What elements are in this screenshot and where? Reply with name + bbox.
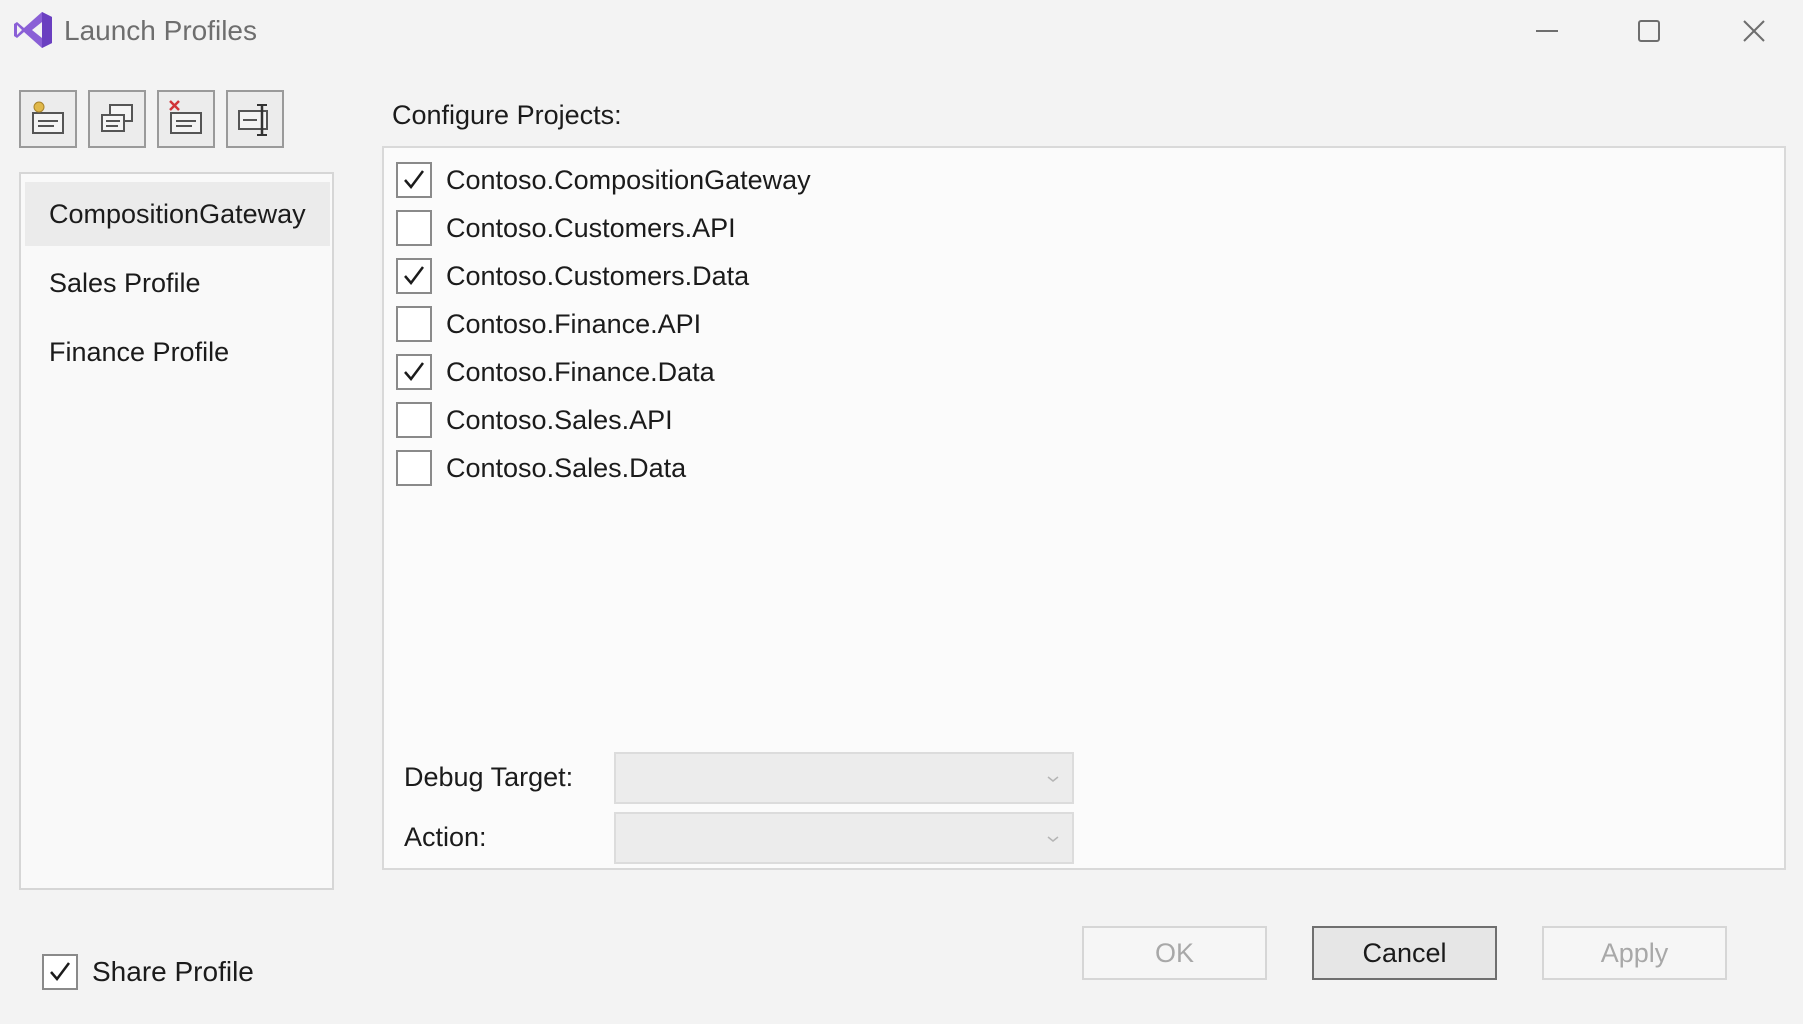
add-profile-button[interactable]	[19, 90, 77, 148]
cancel-button[interactable]: Cancel	[1312, 926, 1497, 980]
chevron-down-icon	[1047, 836, 1059, 842]
project-row-customers-api[interactable]: Contoso.Customers.API	[396, 206, 1396, 250]
checkmark-icon	[50, 962, 70, 981]
project-checkbox[interactable]	[396, 354, 432, 390]
title-bar: Launch Profiles	[0, 0, 1803, 62]
apply-button[interactable]: Apply	[1542, 926, 1727, 980]
project-checkbox[interactable]	[396, 210, 432, 246]
project-checkbox[interactable]	[396, 450, 432, 486]
action-select[interactable]	[614, 812, 1074, 864]
minimize-button[interactable]	[1515, 8, 1579, 54]
profile-item-label: Finance Profile	[49, 337, 230, 367]
close-button[interactable]	[1722, 8, 1786, 54]
debug-target-select[interactable]	[614, 752, 1074, 804]
delete-profile-button[interactable]	[157, 90, 215, 148]
minimize-icon	[1536, 30, 1558, 32]
profile-item-label: CompositionGateway	[49, 199, 306, 229]
projects-panel: Contoso.CompositionGateway Contoso.Custo…	[382, 146, 1786, 870]
profile-item-label: Sales Profile	[49, 268, 201, 298]
profile-item-compositiongateway[interactable]: CompositionGateway	[25, 182, 330, 246]
project-label: Contoso.Customers.Data	[446, 260, 750, 291]
project-checkbox[interactable]	[396, 162, 432, 198]
project-checkbox[interactable]	[396, 258, 432, 294]
share-profile-checkbox[interactable]	[42, 954, 78, 990]
project-label: Contoso.Finance.API	[446, 308, 702, 339]
project-row-compositiongateway[interactable]: Contoso.CompositionGateway	[396, 158, 1396, 202]
project-label: Contoso.CompositionGateway	[446, 164, 811, 195]
profile-item-sales-profile[interactable]: Sales Profile	[25, 251, 330, 315]
project-label: Contoso.Sales.Data	[446, 452, 687, 483]
share-profile-row[interactable]: Share Profile	[42, 950, 254, 994]
configure-projects-label: Configure Projects:	[392, 100, 622, 130]
duplicate-profile-icon	[101, 104, 133, 132]
maximize-icon	[1638, 20, 1660, 42]
duplicate-profile-button[interactable]	[88, 90, 146, 148]
profile-item-finance-profile[interactable]: Finance Profile	[25, 320, 330, 384]
visual-studio-logo-icon	[12, 10, 54, 50]
project-label: Contoso.Finance.Data	[446, 356, 715, 387]
project-label: Contoso.Customers.API	[446, 212, 736, 243]
window-title: Launch Profiles	[64, 15, 258, 46]
close-icon	[1743, 20, 1765, 42]
debug-target-label: Debug Target:	[404, 762, 574, 792]
launch-profiles-dialog: Launch Profiles CompositionGateway Sales…	[0, 0, 1803, 1024]
project-row-customers-data[interactable]: Contoso.Customers.Data	[396, 254, 1396, 298]
project-row-finance-data[interactable]: Contoso.Finance.Data	[396, 350, 1396, 394]
project-row-finance-api[interactable]: Contoso.Finance.API	[396, 302, 1396, 346]
project-row-sales-data[interactable]: Contoso.Sales.Data	[396, 446, 1396, 490]
chevron-down-icon	[1047, 776, 1059, 782]
ok-button[interactable]: OK	[1082, 926, 1267, 980]
project-checkbox[interactable]	[396, 306, 432, 342]
action-label: Action:	[404, 822, 487, 852]
checkmark-icon	[404, 362, 424, 381]
checkmark-icon	[404, 266, 424, 285]
delete-profile-icon	[169, 100, 202, 134]
share-profile-label: Share Profile	[92, 956, 254, 987]
project-checkbox[interactable]	[396, 402, 432, 438]
project-row-sales-api[interactable]: Contoso.Sales.API	[396, 398, 1396, 442]
checkmark-icon	[404, 170, 424, 189]
maximize-button[interactable]	[1617, 8, 1681, 54]
add-profile-icon	[32, 101, 64, 134]
profile-list: CompositionGateway Sales Profile Finance…	[19, 172, 334, 890]
rename-profile-button[interactable]	[226, 90, 284, 148]
rename-profile-icon	[238, 104, 268, 136]
project-label: Contoso.Sales.API	[446, 404, 673, 435]
